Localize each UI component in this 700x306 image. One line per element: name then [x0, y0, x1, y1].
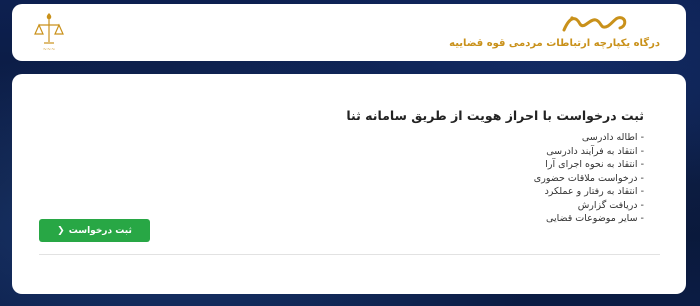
- submit-button-label: ثبت درخواست: [68, 225, 132, 236]
- subject-list: - اطاله دادرسی - انتقاد به فرآیند دادرسی…: [244, 131, 644, 226]
- samad-logo-icon: [562, 16, 627, 32]
- list-item: - اطاله دادرسی: [581, 132, 644, 143]
- judiciary-emblem-icon: ~~~: [34, 13, 64, 53]
- list-item: - انتقاد به فرآیند دادرسی: [546, 145, 644, 157]
- brand-title: درگاه یکپارچه ارتباطات مردمی قوه قضاییه: [449, 38, 660, 49]
- divider: [39, 254, 660, 255]
- list-item: - دریافت گزارش: [577, 199, 644, 211]
- brand-block[interactable]: درگاه یکپارچه ارتباطات مردمی قوه قضاییه: [449, 10, 660, 56]
- list-item: - سایر موضوعات قضایی: [546, 213, 644, 224]
- list-item: - انتقاد به نحوه اجرای آرا: [545, 159, 644, 170]
- svg-text:~~~: ~~~: [43, 47, 56, 53]
- page-title: ثبت درخواست با احراز هویت از طریق سامانه…: [346, 108, 644, 123]
- chevron-left-icon: ❮: [57, 225, 65, 236]
- header-bar: ~~~ درگاه یکپارچه ارتباطات مردمی قوه قضا…: [12, 4, 686, 61]
- list-item: - انتقاد به رفتار و عملکرد: [544, 186, 644, 197]
- submit-request-button[interactable]: ثبت درخواست ❮: [39, 219, 150, 242]
- list-item: - درخواست ملاقات حضوری: [533, 172, 644, 184]
- request-info: ثبت درخواست با احراز هویت از طریق سامانه…: [244, 108, 644, 226]
- request-card: ثبت درخواست با احراز هویت از طریق سامانه…: [12, 74, 686, 294]
